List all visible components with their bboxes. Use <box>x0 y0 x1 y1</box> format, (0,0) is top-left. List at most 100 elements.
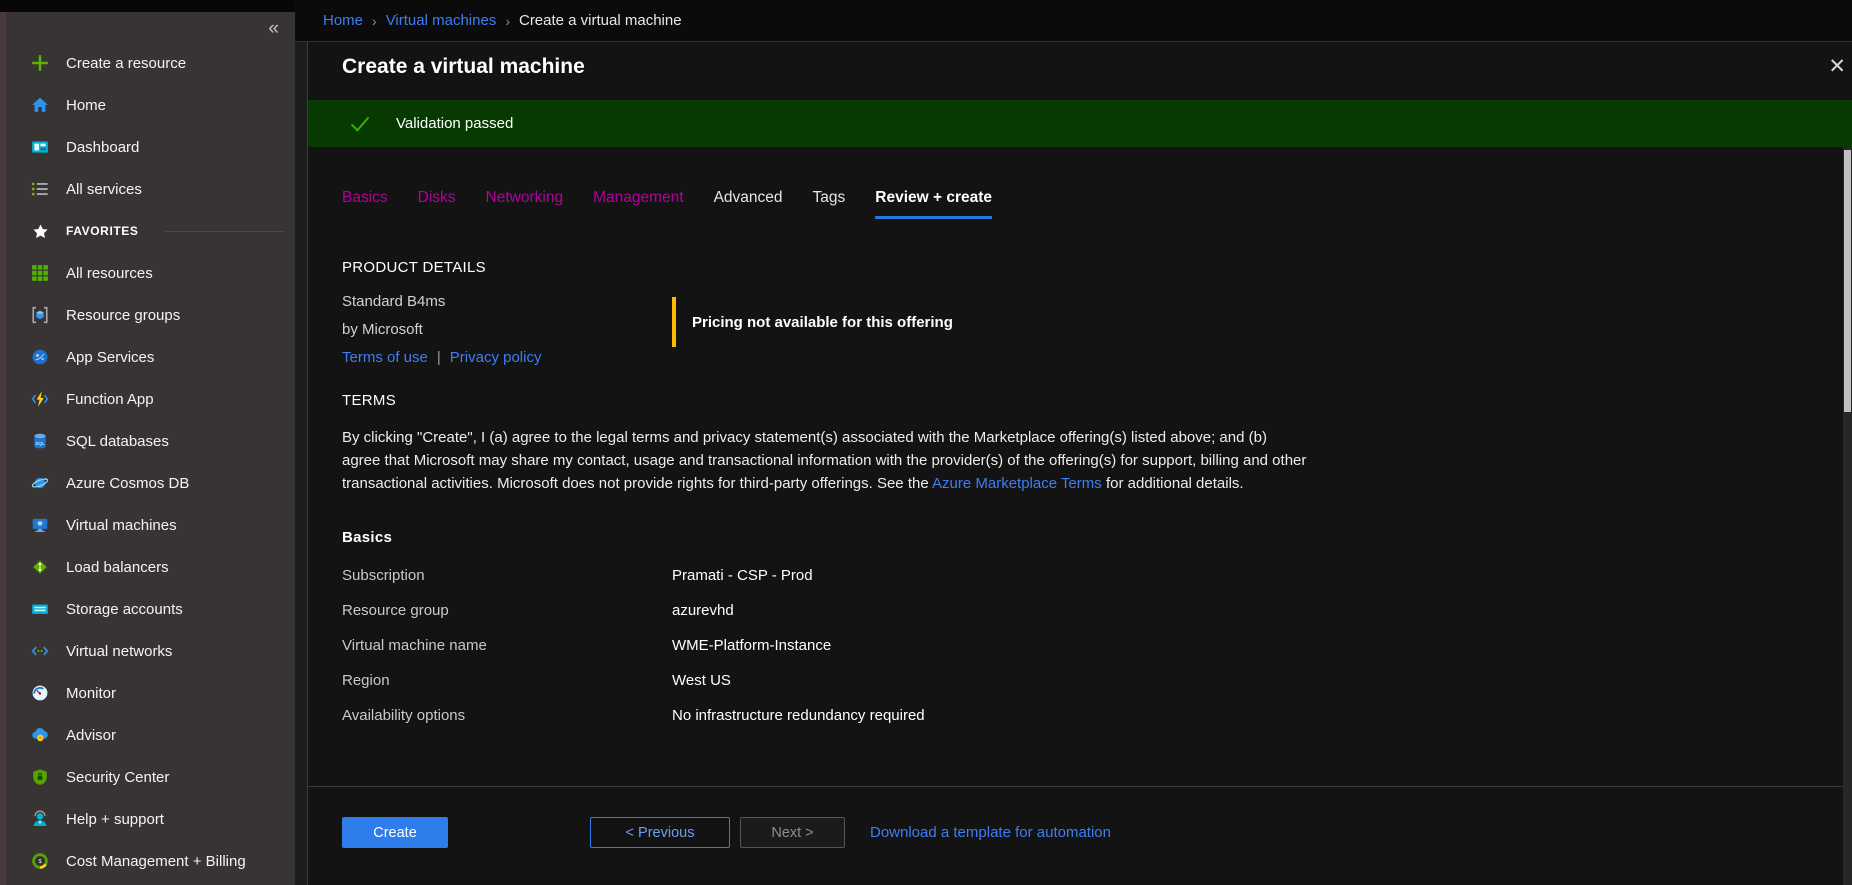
monitor-icon <box>30 683 50 703</box>
privacy-policy-link[interactable]: Privacy policy <box>450 349 542 366</box>
sidebar-item-sql-databases[interactable]: SQL SQL databases <box>6 420 295 462</box>
resource-groups-icon <box>30 305 50 325</box>
sidebar-item-cost-management[interactable]: $ Cost Management + Billing <box>6 840 295 882</box>
sidebar-item-advisor[interactable]: Advisor <box>6 714 295 756</box>
tab-review-create[interactable]: Review + create <box>875 189 992 219</box>
scrollbar[interactable] <box>1843 147 1852 885</box>
home-icon <box>30 95 50 115</box>
table-row: Region West US <box>342 663 1852 698</box>
sidebar-item-monitor[interactable]: Monitor <box>6 672 295 714</box>
tab-basics[interactable]: Basics <box>342 189 388 219</box>
basics-section: Basics Subscription Pramati - CSP - Prod… <box>308 529 1852 733</box>
sidebar-item-resource-groups[interactable]: Resource groups <box>6 294 295 336</box>
app-services-icon <box>30 347 50 367</box>
sidebar-item-label: Cost Management + Billing <box>66 853 246 870</box>
virtual-machines-icon <box>30 515 50 535</box>
sidebar-item-label: Help + support <box>66 811 164 828</box>
row-value: WME-Platform-Instance <box>672 637 831 654</box>
sidebar-item-security-center[interactable]: Security Center <box>6 756 295 798</box>
download-template-link[interactable]: Download a template for automation <box>870 824 1111 841</box>
tab-disks[interactable]: Disks <box>418 189 456 219</box>
sidebar-item-label: Virtual machines <box>66 517 177 534</box>
sidebar-item-dashboard[interactable]: Dashboard <box>6 126 295 168</box>
close-icon[interactable]: ✕ <box>1828 54 1846 79</box>
table-row: Virtual machine name WME-Platform-Instan… <box>342 628 1852 663</box>
sidebar-item-azure-cosmos-db[interactable]: Azure Cosmos DB <box>6 462 295 504</box>
blade-titlebar: Create a virtual machine ✕ <box>308 42 1852 100</box>
link-separator: | <box>437 349 441 366</box>
sidebar-item-label: Create a resource <box>66 55 186 72</box>
terms-heading: TERMS <box>342 392 1852 409</box>
sidebar-item-home[interactable]: Home <box>6 84 295 126</box>
cosmos-db-icon <box>30 473 50 493</box>
tab-advanced[interactable]: Advanced <box>714 189 783 219</box>
table-row: Subscription Pramati - CSP - Prod <box>342 558 1852 593</box>
sidebar-item-create-a-resource[interactable]: Create a resource <box>6 42 295 84</box>
product-publisher: by Microsoft <box>342 321 672 338</box>
sidebar-collapse-button[interactable]: « <box>268 18 279 40</box>
terms-body: By clicking "Create", I (a) agree to the… <box>342 426 1307 495</box>
pricing-callout: Pricing not available for this offering <box>672 297 953 347</box>
help-support-icon <box>30 809 50 829</box>
wizard-footer: Create < Previous Next > Download a temp… <box>342 817 1111 848</box>
azure-marketplace-terms-link[interactable]: Azure Marketplace Terms <box>932 475 1102 492</box>
create-button[interactable]: Create <box>342 817 448 848</box>
sidebar-nav: Create a resource Home Dashboard All ser… <box>6 42 295 882</box>
sidebar-item-label: Resource groups <box>66 307 180 324</box>
sidebar-item-help-support[interactable]: Help + support <box>6 798 295 840</box>
sidebar: « Create a resource Home Dashboard <box>0 12 295 885</box>
sidebar-item-label: SQL databases <box>66 433 169 450</box>
row-value: No infrastructure redundancy required <box>672 707 925 724</box>
all-services-icon <box>30 179 50 199</box>
plus-icon <box>30 53 50 73</box>
tab-tags[interactable]: Tags <box>813 189 846 219</box>
terms-section: TERMS By clicking "Create", I (a) agree … <box>308 392 1852 495</box>
row-value: azurevhd <box>672 602 734 619</box>
favorites-label: FAVORITES <box>66 224 139 238</box>
blade-gutter <box>295 42 307 885</box>
sidebar-item-all-resources[interactable]: All resources <box>6 252 295 294</box>
sidebar-item-app-services[interactable]: App Services <box>6 336 295 378</box>
security-center-icon <box>30 767 50 787</box>
top-strip <box>0 0 295 12</box>
sidebar-item-label: All services <box>66 181 142 198</box>
dashboard-icon <box>30 137 50 157</box>
sidebar-item-label: Dashboard <box>66 139 139 156</box>
sql-databases-icon: SQL <box>30 431 50 451</box>
sidebar-item-virtual-machines[interactable]: Virtual machines <box>6 504 295 546</box>
terms-of-use-link[interactable]: Terms of use <box>342 349 428 366</box>
check-icon <box>350 114 370 134</box>
breadcrumb-virtual-machines[interactable]: Virtual machines <box>386 12 497 29</box>
sidebar-item-all-services[interactable]: All services <box>6 168 295 210</box>
previous-button[interactable]: < Previous <box>590 817 730 848</box>
breadcrumb-home[interactable]: Home <box>323 12 363 29</box>
product-details-heading: PRODUCT DETAILS <box>342 259 1852 276</box>
sidebar-item-storage-accounts[interactable]: Storage accounts <box>6 588 295 630</box>
advisor-icon <box>30 725 50 745</box>
sidebar-item-label: Virtual networks <box>66 643 172 660</box>
sidebar-item-virtual-networks[interactable]: Virtual networks <box>6 630 295 672</box>
scrollbar-thumb[interactable] <box>1844 150 1851 412</box>
sidebar-item-label: Load balancers <box>66 559 169 576</box>
row-label: Virtual machine name <box>342 637 672 654</box>
row-label: Availability options <box>342 707 672 724</box>
sidebar-item-label: Security Center <box>66 769 169 786</box>
sidebar-item-label: Storage accounts <box>66 601 183 618</box>
load-balancers-icon <box>30 557 50 577</box>
sidebar-item-label: Monitor <box>66 685 116 702</box>
star-icon <box>30 221 50 241</box>
sidebar-item-label: App Services <box>66 349 154 366</box>
sidebar-item-load-balancers[interactable]: Load balancers <box>6 546 295 588</box>
breadcrumb: Home › Virtual machines › Create a virtu… <box>295 0 1852 42</box>
sidebar-item-label: Azure Cosmos DB <box>66 475 189 492</box>
storage-accounts-icon <box>30 599 50 619</box>
next-button[interactable]: Next > <box>740 817 845 848</box>
tab-management[interactable]: Management <box>593 189 683 219</box>
basics-table: Subscription Pramati - CSP - Prod Resour… <box>342 558 1852 733</box>
product-name: Standard B4ms <box>342 293 672 310</box>
all-resources-icon <box>30 263 50 283</box>
breadcrumb-current: Create a virtual machine <box>519 12 682 29</box>
sidebar-item-function-app[interactable]: Function App <box>6 378 295 420</box>
tab-networking[interactable]: Networking <box>486 189 564 219</box>
svg-text:SQL: SQL <box>35 441 45 447</box>
